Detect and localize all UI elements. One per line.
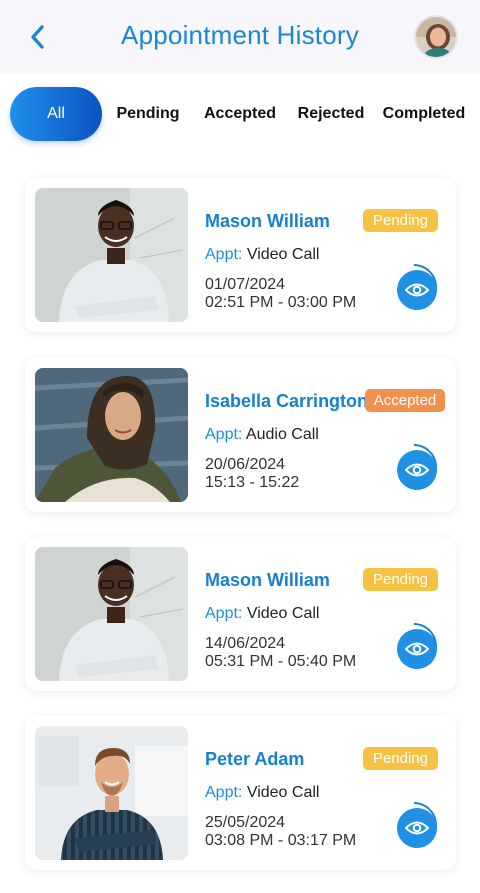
filter-tabs: All Pending Accepted Rejected Completed	[0, 87, 480, 141]
appointment-date: 14/06/2024	[205, 635, 286, 652]
appointment-type: Appt: Video Call	[205, 605, 319, 623]
appointment-date: 25/05/2024	[205, 814, 286, 831]
view-button[interactable]	[397, 808, 437, 848]
status-badge: Pending	[363, 209, 438, 232]
doctor-name: Peter Adam	[205, 749, 305, 769]
appointment-time: 02:51 PM - 03:00 PM	[205, 294, 357, 311]
tab-rejected[interactable]: Rejected	[292, 87, 370, 141]
appointment-card[interactable]: Mason William Pending Appt: Video Call 0…	[25, 178, 456, 332]
appointment-type: Appt: Video Call	[205, 784, 319, 802]
doctor-photo	[35, 547, 188, 681]
doctor-name: Mason William	[205, 570, 330, 590]
tab-pending[interactable]: Pending	[110, 87, 186, 141]
doctor-photo	[35, 726, 188, 860]
appt-label: Appt:	[205, 246, 243, 263]
appt-label: Appt:	[205, 605, 243, 622]
status-badge: Accepted	[365, 389, 445, 412]
appointment-date: 01/07/2024	[205, 276, 286, 293]
appointment-card[interactable]: Mason William Pending Appt: Video Call 1…	[25, 537, 456, 691]
doctor-photo	[35, 188, 188, 322]
tab-completed[interactable]: Completed	[378, 87, 470, 141]
appointment-card[interactable]: Isabella Carrington Accepted Appt: Audio…	[25, 358, 456, 512]
appt-type-value: Video Call	[246, 784, 320, 801]
appt-type-value: Video Call	[246, 605, 320, 622]
page-title: Appointment History	[121, 20, 359, 50]
appointment-type: Appt: Video Call	[205, 246, 319, 264]
main-content: All Pending Accepted Rejected Completed …	[0, 74, 480, 893]
view-button[interactable]	[397, 450, 437, 490]
appt-label: Appt:	[205, 426, 243, 443]
eye-icon	[405, 283, 429, 297]
tab-all[interactable]: All	[10, 87, 102, 141]
profile-avatar[interactable]	[414, 15, 458, 59]
tab-accepted[interactable]: Accepted	[196, 87, 284, 141]
doctor-photo	[35, 368, 188, 502]
status-badge: Pending	[363, 568, 438, 591]
appt-type-value: Video Call	[246, 246, 320, 263]
eye-icon	[405, 821, 429, 835]
appt-type-value: Audio Call	[245, 426, 319, 443]
view-button[interactable]	[397, 629, 437, 669]
appointment-date: 20/06/2024	[205, 456, 286, 473]
view-button[interactable]	[397, 270, 437, 310]
doctor-name: Isabella Carrington	[205, 391, 369, 411]
eye-icon	[405, 642, 429, 656]
eye-icon	[405, 463, 429, 477]
appointment-card[interactable]: Peter Adam Pending Appt: Video Call 25/0…	[25, 716, 456, 870]
appointment-time: 03:08 PM - 03:17 PM	[205, 832, 357, 849]
top-bar: Appointment History	[0, 0, 480, 74]
appointment-time: 15:13 - 15:22	[205, 474, 300, 491]
doctor-name: Mason William	[205, 211, 330, 231]
appointment-type: Appt: Audio Call	[205, 426, 319, 444]
status-badge: Pending	[363, 747, 438, 770]
appt-label: Appt:	[205, 784, 243, 801]
appointment-time: 05:31 PM - 05:40 PM	[205, 653, 357, 670]
